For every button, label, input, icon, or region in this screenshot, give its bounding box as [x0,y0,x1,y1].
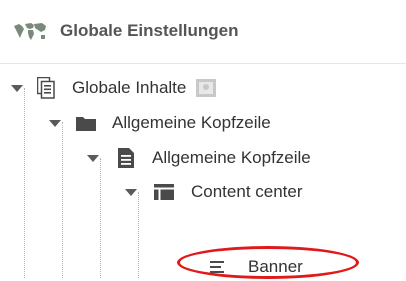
folder-icon [76,115,96,131]
document-icon [118,148,134,168]
expand-toggle-icon[interactable] [124,187,138,197]
panel-header: Globale Einstellungen [0,0,406,64]
expand-toggle-icon[interactable] [48,118,62,128]
tree-node-globale-inhalte[interactable]: Globale Inhalte [10,71,217,105]
tree-node-label: Allgemeine Kopfzeile [112,113,271,132]
table-layout-icon [154,184,174,200]
expand-toggle-icon[interactable] [86,153,100,163]
content-tree: Globale Inhalte Allgemeine Kopfzeile All… [0,64,406,281]
tree-node-content-center[interactable]: Content center [124,175,303,209]
tree-guide-line [100,158,101,278]
panel-title: Globale Einstellungen [60,21,239,40]
gallery-icon[interactable] [196,79,217,97]
tree-node-allgemeine-kopfzeile-document[interactable]: Allgemeine Kopfzeile [86,141,311,175]
pages-icon [37,77,55,99]
world-map-icon [12,20,48,44]
settings-panel: Globale Einstellungen Globale Inhalte Al… [0,0,406,281]
tree-node-allgemeine-kopfzeile-folder[interactable]: Allgemeine Kopfzeile [48,106,271,140]
tree-node-label: Content center [191,182,303,201]
tree-guide-line [24,88,25,278]
tree-node-label: Globale Inhalte [72,78,187,97]
tree-guide-line [62,122,63,278]
tree-node-label: Allgemeine Kopfzeile [152,148,311,167]
expand-toggle-icon[interactable] [10,83,24,93]
highlight-annotation [177,246,359,279]
